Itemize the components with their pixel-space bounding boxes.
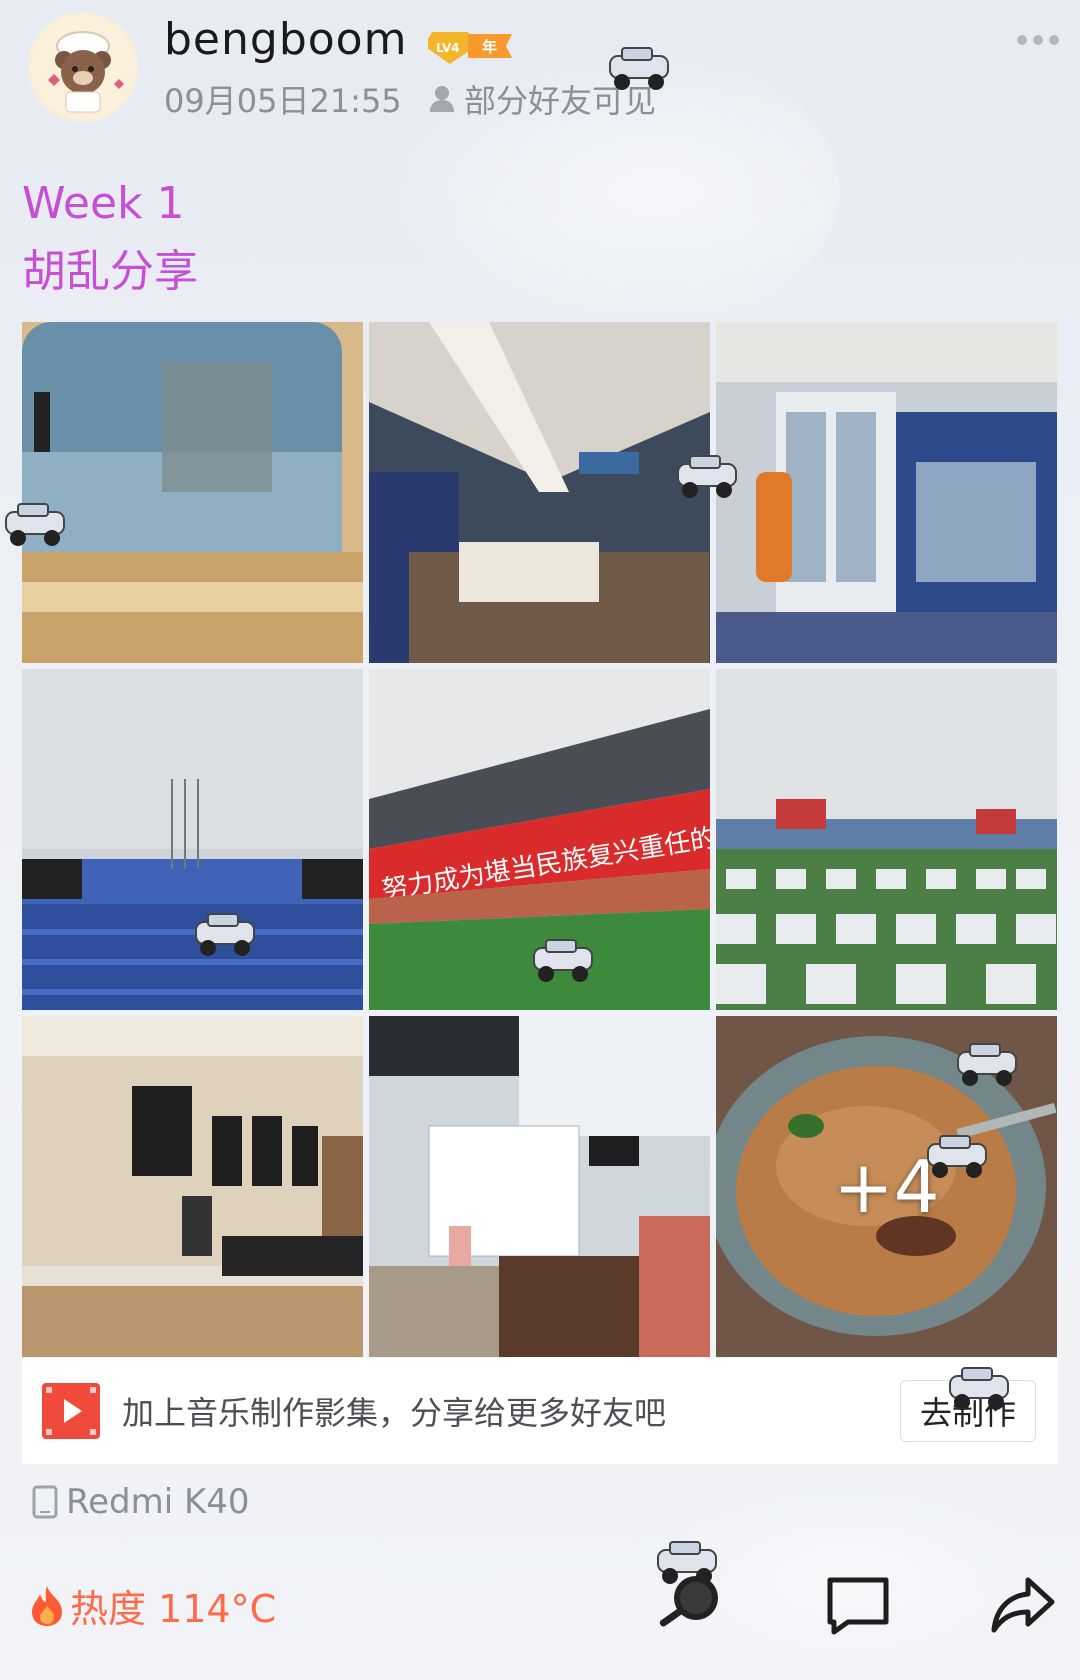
music-album-banner[interactable]: 加上音乐制作影集，分享给更多好友吧 去制作: [22, 1358, 1058, 1464]
feed-post-page: bengboom LV4 年 09月05日21:55 部分好友可见 Week 1…: [0, 0, 1080, 1680]
photo-field-chairs[interactable]: [716, 669, 1057, 1010]
post-text-line: Week 1: [22, 178, 185, 229]
photo-stadium-banner[interactable]: 努力成为堪当民族复兴重任的时代新人: [369, 669, 710, 1010]
photo-hall[interactable]: [369, 1016, 710, 1357]
person-icon: [430, 86, 454, 112]
avatar[interactable]: [28, 12, 138, 122]
level-badge-label: LV4: [436, 41, 460, 55]
device-name: Redmi K40: [66, 1482, 250, 1522]
more-dots-icon[interactable]: [1016, 30, 1060, 50]
photo-stadium-seats[interactable]: [22, 669, 363, 1010]
level-badge-suffix: 年: [482, 38, 497, 56]
more-photos-count[interactable]: +4: [716, 1016, 1057, 1357]
visibility-indicator[interactable]: 部分好友可见: [428, 76, 656, 122]
visibility-label: 部分好友可见: [464, 82, 657, 120]
phone-icon: [32, 1485, 58, 1519]
level-badge[interactable]: LV4 年: [424, 28, 516, 64]
username[interactable]: bengboom: [164, 14, 407, 65]
photo-cafe-counter[interactable]: [22, 1016, 363, 1357]
bear-chef-avatar-icon: [30, 14, 136, 120]
post-text-line: 胡乱分享: [22, 246, 198, 297]
post-timestamp: 09月05日21:55: [164, 82, 402, 120]
share-icon[interactable]: [988, 1570, 1058, 1640]
frying-pan-icon[interactable]: [654, 1570, 724, 1640]
heat-indicator[interactable]: 热度 114°C: [28, 1578, 276, 1633]
photo-train-interior[interactable]: [369, 322, 710, 663]
post-text: Week 1 胡乱分享: [22, 170, 198, 306]
device-info: Redmi K40: [32, 1482, 250, 1522]
photo-food-bowl[interactable]: +4: [716, 1016, 1057, 1357]
fire-icon: [32, 1585, 62, 1626]
photo-metro-interior[interactable]: [716, 322, 1057, 663]
music-banner-text: 加上音乐制作影集，分享给更多好友吧: [122, 1394, 667, 1432]
photo-train-window[interactable]: [22, 322, 363, 663]
heat-label: 热度 114°C: [70, 1587, 277, 1631]
make-album-button[interactable]: 去制作: [900, 1380, 1036, 1442]
photo-grid: 努力成为堪当民族复兴重任的时代新人 +4: [22, 322, 1058, 1357]
comment-icon[interactable]: [824, 1570, 894, 1640]
video-play-icon: [42, 1383, 100, 1439]
